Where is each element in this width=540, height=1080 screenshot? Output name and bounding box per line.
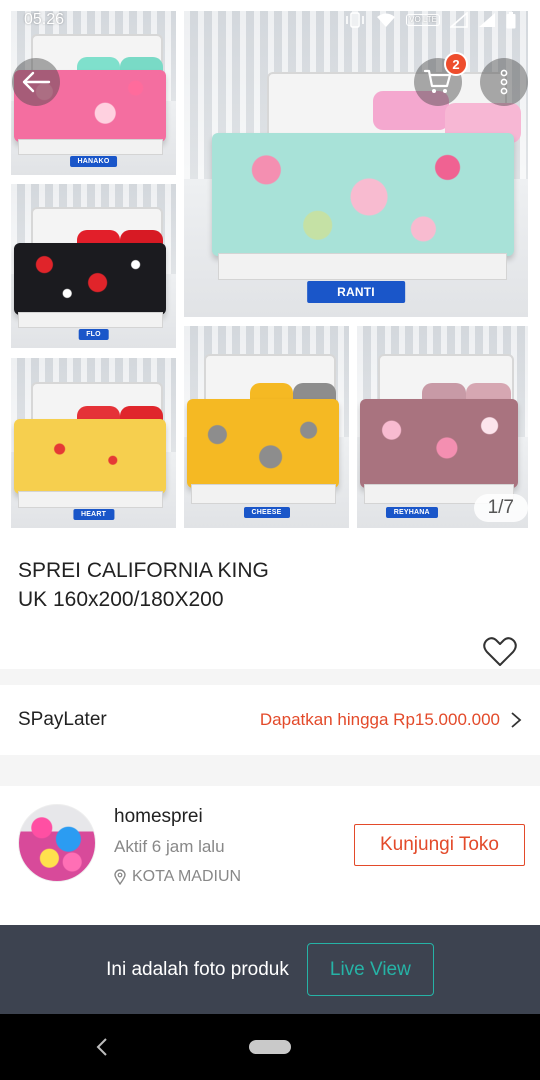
section-divider [0, 755, 540, 786]
arrow-left-icon [22, 71, 51, 93]
product-title: SPREI CALIFORNIA KING UK 160x200/180X200 [18, 556, 438, 614]
status-time: 05.26 [24, 11, 65, 28]
tile-label: HEART [72, 508, 115, 520]
section-divider [0, 669, 540, 685]
more-options-button[interactable] [480, 58, 528, 106]
banner-text: Ini adalah foto produk [106, 958, 289, 980]
wifi-icon [377, 13, 396, 27]
network-label: VO LTE [406, 14, 440, 26]
back-button[interactable] [12, 58, 60, 106]
tile-label: REYHANA [385, 506, 438, 518]
shop-location: KOTA MADIUN [114, 868, 241, 886]
tile-label: CHEESE [243, 506, 290, 518]
product-image-gallery[interactable]: HANAKO RANTI FLO HEART CHEESE REYHANA 1/… [0, 0, 540, 540]
shop-name[interactable]: homesprei [114, 806, 203, 828]
visit-shop-button[interactable]: Kunjungi Toko [354, 824, 525, 866]
product-title-line2: UK 160x200/180X200 [18, 588, 224, 611]
spaylater-offer: Dapatkan hingga Rp15.000.000 [259, 710, 500, 729]
tile-label: FLO [78, 328, 109, 340]
image-counter: 1/7 [473, 494, 528, 522]
gallery-tile-heart[interactable]: HEART [11, 358, 176, 528]
system-navigation-bar [0, 1014, 540, 1080]
product-photo-banner: Ini adalah foto produk Live View [0, 925, 540, 1014]
shop-section: homesprei Aktif 6 jam lalu KOTA MADIUN K… [0, 786, 540, 926]
gallery-tile-ranti[interactable]: RANTI [184, 11, 528, 317]
shop-location-text: KOTA MADIUN [132, 868, 242, 885]
chevron-right-icon [511, 712, 522, 728]
nav-home-button[interactable] [249, 1040, 291, 1054]
battery-icon [506, 11, 516, 28]
spaylater-label: SPayLater [18, 709, 107, 730]
signal-full-icon [479, 13, 495, 27]
gallery-tile-flo[interactable]: FLO [11, 184, 176, 348]
nav-back-icon[interactable] [95, 1036, 109, 1058]
cart-count-badge: 2 [444, 52, 468, 76]
vibrate-icon [346, 12, 364, 28]
location-pin-icon [114, 869, 126, 885]
gallery-tile-cheese[interactable]: CHEESE [184, 326, 349, 528]
product-page: HANAKO RANTI FLO HEART CHEESE REYHANA 1/… [0, 0, 540, 1080]
shop-active-status: Aktif 6 jam lalu [114, 837, 225, 856]
status-bar: 05.26 VO LTE [0, 0, 540, 40]
cart-button[interactable]: 2 [414, 52, 468, 106]
tile-label: HANAKO [69, 155, 118, 167]
more-vertical-icon [500, 69, 508, 95]
signal-icon [450, 12, 468, 28]
favorite-heart-icon[interactable] [482, 634, 518, 670]
tile-label: RANTI [307, 281, 405, 304]
live-view-button[interactable]: Live View [306, 943, 434, 996]
product-title-line1: SPREI CALIFORNIA KING [18, 559, 269, 582]
shop-avatar[interactable] [18, 804, 96, 882]
spaylater-row[interactable]: SPayLater Dapatkan hingga Rp15.000.000 [0, 685, 540, 755]
